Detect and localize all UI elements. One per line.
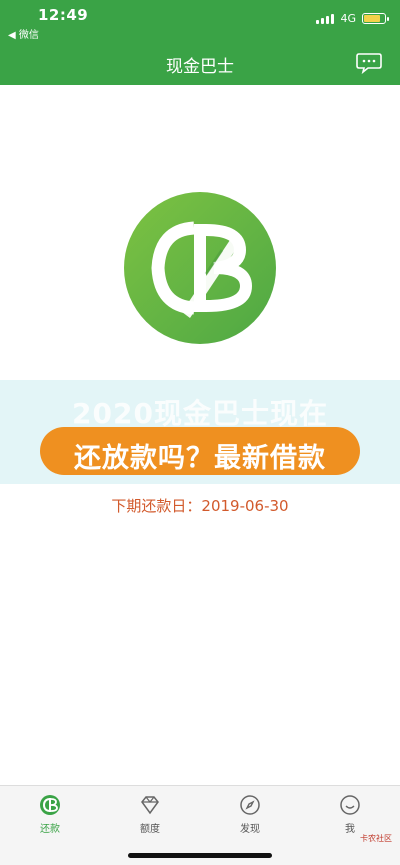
network-label: 4G <box>340 12 356 25</box>
next-due-date: 下期还款日：2019-06-30 <box>111 497 289 515</box>
banner-main-text: 还放款吗？最新借款 <box>74 443 326 474</box>
banner-faded-text: 2020现金巴士现在 <box>72 397 328 430</box>
tab-label: 发现 <box>240 824 260 835</box>
tab-label: 我 <box>345 824 355 835</box>
cash-bus-logo <box>122 190 278 346</box>
page-title: 现金巴士 <box>166 57 234 77</box>
smiley-icon <box>340 795 360 815</box>
chat-button[interactable] <box>356 52 382 75</box>
watermark: 卡农社区 <box>360 834 392 843</box>
back-to-app-link[interactable]: ◀ 微信 <box>8 26 39 41</box>
tab-discover[interactable]: 发现 <box>220 794 280 835</box>
tab-label: 还款 <box>40 824 60 835</box>
home-indicator[interactable] <box>128 853 272 858</box>
signal-icon <box>316 13 335 24</box>
battery-icon <box>362 13 389 24</box>
status-indicators: 4G <box>316 12 389 25</box>
compass-icon <box>240 795 260 815</box>
top-bar: 12:49 ◀ 微信 4G 现金巴士 <box>0 0 400 85</box>
chat-bubble-icon <box>356 53 382 75</box>
diamond-icon <box>141 796 159 815</box>
tab-quota[interactable]: 额度 <box>120 794 180 835</box>
tab-label: 额度 <box>140 824 160 835</box>
screen: 12:49 ◀ 微信 4G 现金巴士 2020现金巴士现在 还放款吗？最新借款 … <box>0 0 400 865</box>
status-time: 12:49 <box>38 6 89 24</box>
tab-repay[interactable]: 还款 <box>20 794 80 835</box>
tab-me[interactable]: 我 <box>320 794 380 835</box>
cb-logo-icon <box>40 795 60 815</box>
battery-fill <box>364 15 380 22</box>
